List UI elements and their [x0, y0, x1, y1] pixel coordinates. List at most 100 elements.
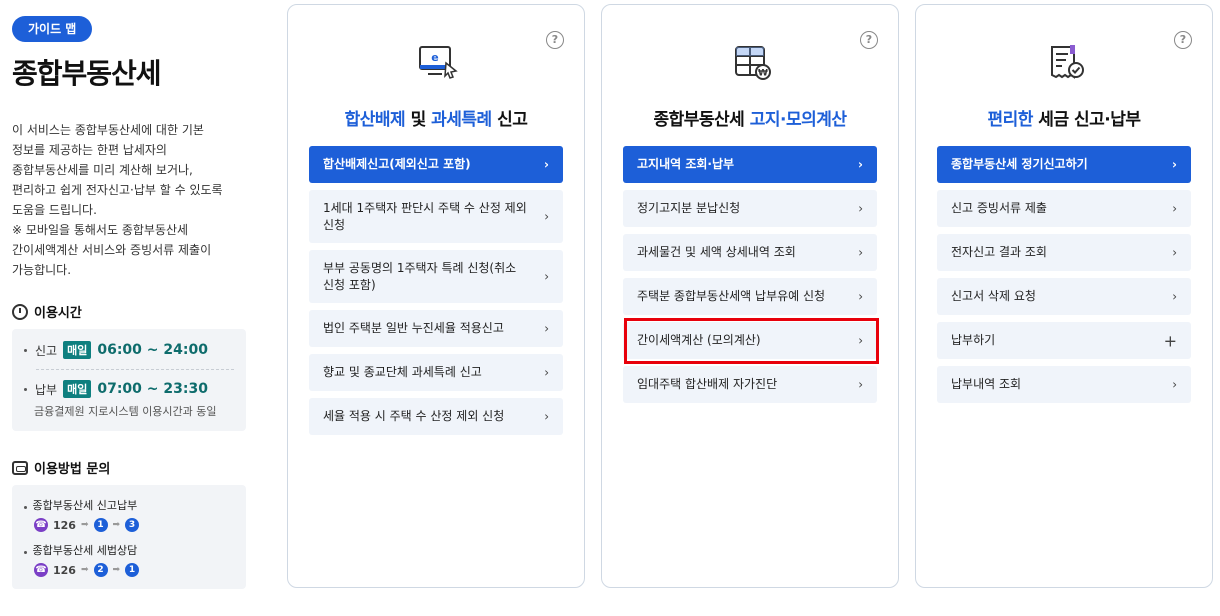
- bullet-dot: [24, 551, 27, 554]
- title-text: 및: [405, 110, 432, 130]
- phone-number: 126: [53, 563, 76, 577]
- chevron-right-icon: ›: [858, 333, 863, 347]
- menu-item-label: 합산배제신고(제외신고 포함): [323, 157, 471, 171]
- pay-time-row: 납부 매일 07:00 ~ 23:30: [24, 380, 234, 398]
- usage-time-heading: 이용시간: [12, 302, 82, 321]
- usage-time-title: 이용시간: [34, 306, 82, 321]
- description-line: 이 서비스는 종합부동산세에 대한 기본: [12, 123, 204, 137]
- menu-item-payment[interactable]: 납부하기 +: [937, 322, 1191, 359]
- chevron-right-icon: ›: [544, 321, 549, 335]
- daily-badge: 매일: [63, 380, 92, 398]
- arrow-right-icon: ➡: [80, 565, 89, 575]
- inquiry-box: 종합부동산세 신고납부 ☎ 126 ➡ 1 ➡ 3 종합부동산세 세법상담 ☎ …: [12, 485, 246, 589]
- step-number: 3: [125, 518, 140, 532]
- description-line: ※ 모바일을 통해서도 종합부동산세: [12, 223, 189, 237]
- svg-text:e: e: [431, 51, 438, 64]
- title-highlight: 합산배제: [344, 110, 406, 130]
- arrow-right-icon: ➡: [80, 520, 89, 530]
- divider: [36, 369, 234, 370]
- step-number: 1: [93, 518, 108, 532]
- menu-item-regular-filing[interactable]: 종합부동산세 정기신고하기 ›: [937, 146, 1191, 183]
- chevron-right-icon: ›: [858, 245, 863, 259]
- chevron-right-icon: ›: [544, 409, 549, 423]
- menu-item-payment-history[interactable]: 납부내역 조회 ›: [937, 366, 1191, 403]
- help-icon[interactable]: ?: [546, 31, 564, 49]
- menu-item-submit-evidence[interactable]: 신고 증빙서류 제출 ›: [937, 190, 1191, 227]
- menu-item-notice-inquiry[interactable]: 고지내역 조회·납부 ›: [623, 146, 877, 183]
- bullet-dot: [24, 348, 27, 352]
- chevron-right-icon: ›: [1172, 201, 1177, 215]
- menu-item-rental-self-check[interactable]: 임대주택 합산배제 자가진단 ›: [623, 366, 877, 403]
- guide-map-button[interactable]: 가이드 맵: [12, 16, 93, 42]
- description-line: 종합부동산세를 미리 계산해 보거나,: [12, 163, 193, 177]
- menu-item-label: 종합부동산세 정기신고하기: [951, 157, 1088, 171]
- menu-item-rate-house-count[interactable]: 세율 적용 시 주택 수 산정 제외 신청 ›: [309, 398, 563, 435]
- usage-time-box: 신고 매일 06:00 ~ 24:00 납부 매일 07:00 ~ 23:30 …: [12, 329, 246, 431]
- menu-item-label: 신고서 삭제 요청: [951, 289, 1036, 303]
- menu-item-house-count-exclusion[interactable]: 1세대 1주택자 판단시 주택 수 산정 제외 신청 ›: [309, 190, 563, 243]
- inquiry-phone-path: ☎ 126 ➡ 1 ➡ 3: [34, 518, 234, 532]
- menu-item-label: 주택분 종합부동산세액 납부유예 신청: [637, 289, 826, 303]
- receipt-check-icon: [1051, 45, 1084, 79]
- menu-item-exclusion-report[interactable]: 합산배제신고(제외신고 포함) ›: [309, 146, 563, 183]
- step-number: 1: [125, 563, 140, 577]
- bullet-dot: [24, 387, 27, 391]
- svg-text:₩: ₩: [758, 69, 768, 79]
- chevron-right-icon: ›: [1172, 245, 1177, 259]
- description-line: 간이세액계산 서비스와 증빙서류 제출이: [12, 243, 212, 257]
- menu-item-couple-joint-special[interactable]: 부부 공동명의 1주택자 특례 신청(취소 신청 포함) ›: [309, 250, 563, 303]
- description-line: 편리하고 쉽게 전자신고·납부 할 수 있도록: [12, 183, 223, 197]
- inquiry-phone-path: ☎ 126 ➡ 2 ➡ 1: [34, 563, 234, 577]
- menu-item-efiling-result[interactable]: 전자신고 결과 조회 ›: [937, 234, 1191, 271]
- title-highlight: 과세특례: [431, 110, 492, 130]
- menu-item-payment-deferral[interactable]: 주택분 종합부동산세액 납부유예 신청 ›: [623, 278, 877, 315]
- phone-icon: ☎: [34, 563, 48, 577]
- menu-item-label: 납부내역 조회: [951, 377, 1022, 391]
- menu-item-corporate-rate[interactable]: 법인 주택분 일반 누진세율 적용신고 ›: [309, 310, 563, 347]
- menu-item-label: 1세대 1주택자 판단시 주택 수 산정 제외 신청: [323, 200, 527, 232]
- phone-icon: ☎: [34, 518, 48, 532]
- menu-list: 합산배제신고(제외신고 포함) › 1세대 1주택자 판단시 주택 수 산정 제외…: [309, 146, 563, 442]
- inquiry-item: 종합부동산세 신고납부: [24, 497, 234, 513]
- menu-item-label: 고지내역 조회·납부: [637, 157, 735, 171]
- menu-item-tax-detail[interactable]: 과세물건 및 세액 상세내역 조회 ›: [623, 234, 877, 271]
- calculator-icon: ₩: [735, 46, 771, 80]
- title-text: 신고: [491, 110, 528, 130]
- inquiry-title: 이용방법 문의: [34, 462, 111, 477]
- menu-item-label: 세율 적용 시 주택 수 산정 제외 신청: [323, 409, 505, 423]
- phone-number: 126: [53, 518, 76, 532]
- exclusion-special-card: ? e 합산배제 및 과세특례 신고 합산배제신고(제외신고 포함) › 1세대 …: [287, 4, 585, 588]
- menu-list: 고지내역 조회·납부 › 정기고지분 분납신청 › 과세물건 및 세액 상세내역 조…: [623, 146, 877, 410]
- inquiry-heading: 이용방법 문의: [12, 458, 110, 477]
- chevron-right-icon: ›: [544, 157, 549, 171]
- bullet-dot: [24, 506, 27, 509]
- card-title: 합산배제 및 과세특례 신고: [288, 105, 584, 130]
- description-line: 도움을 드립니다.: [12, 203, 97, 217]
- title-text: 세금 신고·납부: [1032, 110, 1141, 130]
- menu-item-simple-calculation[interactable]: 간이세액계산 (모의계산) ›: [623, 322, 877, 359]
- menu-item-label: 납부하기: [951, 333, 996, 347]
- service-description: 이 서비스는 종합부동산세에 대한 기본 정보를 제공하는 한편 납세자의 종합…: [12, 120, 244, 280]
- report-time-value: 06:00 ~ 24:00: [97, 342, 208, 358]
- notice-simulation-card: ? ₩ 종합부동산세 고지·모의계산 고지내역 조회·납부 › 정기고지분 분납신…: [601, 4, 899, 588]
- chevron-right-icon: ›: [858, 157, 863, 171]
- clock-icon: [12, 303, 28, 320]
- inquiry-item: 종합부동산세 세법상담: [24, 542, 234, 558]
- menu-item-religious-special[interactable]: 향교 및 종교단체 과세특례 신고 ›: [309, 354, 563, 391]
- menu-item-installment[interactable]: 정기고지분 분납신청 ›: [623, 190, 877, 227]
- chevron-right-icon: ›: [858, 377, 863, 391]
- filing-payment-card: ? 편리한 세금 신고·납부 종합부동산세 정기신고하기 › 신고 증빙서류 제출…: [915, 4, 1213, 588]
- menu-item-label: 임대주택 합산배제 자가진단: [637, 377, 778, 391]
- sidebar: 가이드 맵 종합부동산세 이 서비스는 종합부동산세에 대한 기본 정보를 제공…: [12, 16, 248, 589]
- menu-item-delete-request[interactable]: 신고서 삭제 요청 ›: [937, 278, 1191, 315]
- description-line: 정보를 제공하는 한편 납세자의: [12, 143, 167, 157]
- help-icon[interactable]: ?: [1174, 31, 1192, 49]
- chevron-right-icon: ›: [544, 365, 549, 379]
- plus-icon: +: [1163, 331, 1177, 350]
- help-icon[interactable]: ?: [860, 31, 878, 49]
- menu-item-label: 향교 및 종교단체 과세특례 신고: [323, 365, 482, 379]
- step-number: 2: [93, 563, 108, 577]
- menu-list: 종합부동산세 정기신고하기 › 신고 증빙서류 제출 › 전자신고 결과 조회 › 신…: [937, 146, 1191, 410]
- arrow-right-icon: ➡: [112, 520, 121, 530]
- menu-item-label: 정기고지분 분납신청: [637, 201, 741, 215]
